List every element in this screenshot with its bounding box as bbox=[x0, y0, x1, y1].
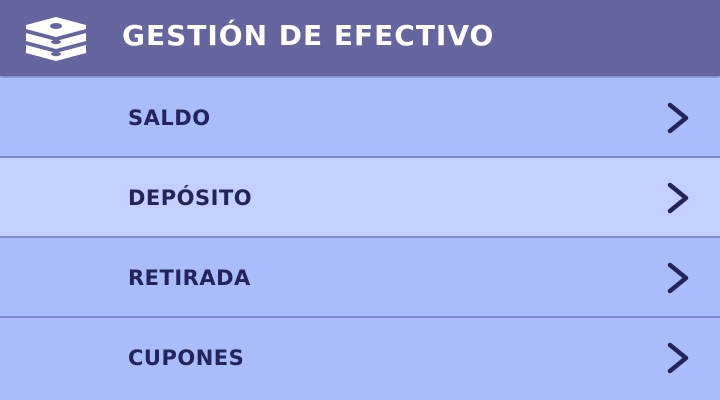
chevron-right-icon bbox=[664, 342, 692, 374]
cash-management-menu: GESTIÓN DE EFECTIVO SALDO DEPÓSITO RETIR… bbox=[0, 0, 720, 400]
menu-header: GESTIÓN DE EFECTIVO bbox=[0, 0, 720, 76]
menu-item-cupones[interactable]: CUPONES bbox=[0, 318, 720, 398]
cash-stack-icon bbox=[20, 15, 92, 63]
chevron-right-icon bbox=[664, 262, 692, 294]
menu-item-label: SALDO bbox=[128, 106, 211, 130]
menu-items: SALDO DEPÓSITO RETIRADA CUPONES bbox=[0, 78, 720, 398]
menu-item-saldo[interactable]: SALDO bbox=[0, 78, 720, 158]
menu-item-deposito[interactable]: DEPÓSITO bbox=[0, 158, 720, 238]
chevron-right-icon bbox=[664, 182, 692, 214]
menu-item-label: DEPÓSITO bbox=[128, 186, 253, 210]
menu-item-label: CUPONES bbox=[128, 346, 245, 370]
chevron-right-icon bbox=[664, 102, 692, 134]
menu-item-label: RETIRADA bbox=[128, 266, 251, 290]
menu-item-retirada[interactable]: RETIRADA bbox=[0, 238, 720, 318]
menu-title: GESTIÓN DE EFECTIVO bbox=[122, 19, 495, 52]
